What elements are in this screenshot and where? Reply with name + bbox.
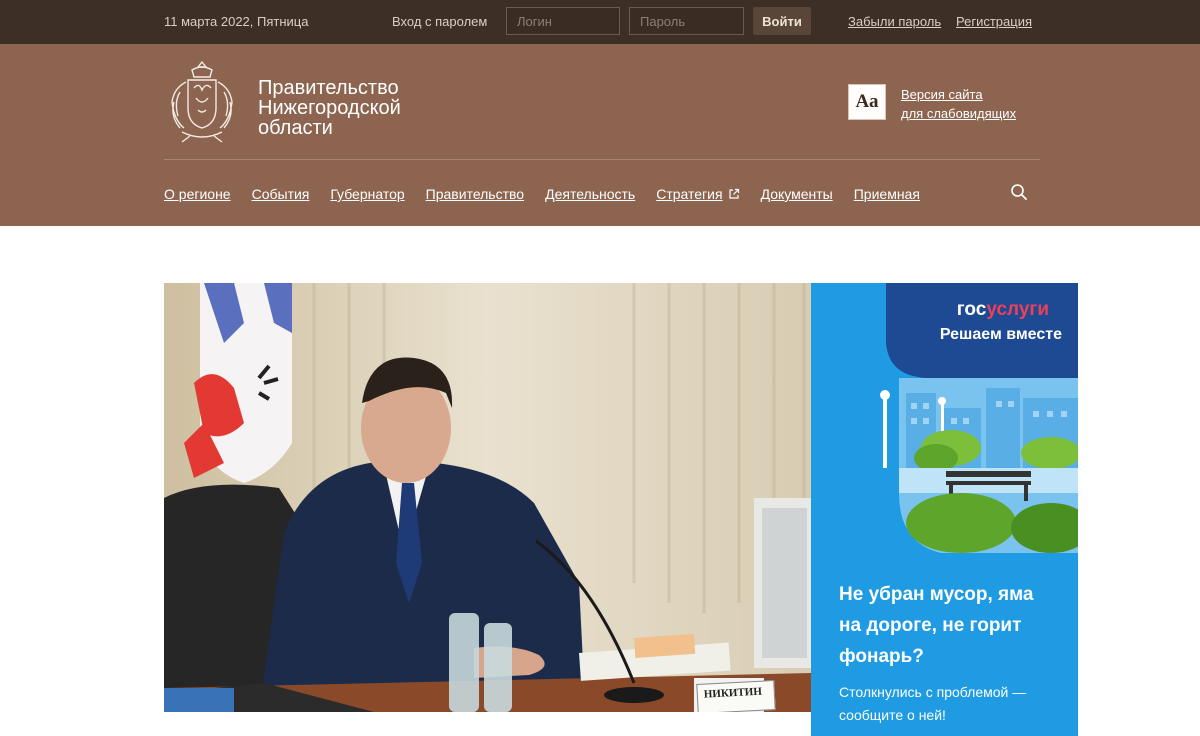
nav-item-documents[interactable]: Документы <box>761 184 833 204</box>
banner-headline-line: фонарь? <box>839 646 924 667</box>
forgot-password-link[interactable]: Забыли пароль <box>848 14 941 29</box>
coat-of-arms-logo[interactable] <box>164 58 240 144</box>
nav-item-events[interactable]: События <box>252 184 310 204</box>
external-link-icon <box>728 188 739 199</box>
banner-headline-line: Не убран мусор, яма <box>839 584 1034 605</box>
main-news-photo[interactable]: НИКИТИН <box>164 283 811 712</box>
banner-headline-line: на дороге, не горит <box>839 615 1022 636</box>
title-line: Правительство <box>258 77 399 99</box>
banner-text-line: сообщите о ней! <box>839 707 946 723</box>
title-line: Нижегородской <box>258 97 401 119</box>
login-label: Вход с паролем <box>392 14 488 29</box>
nav-item-region[interactable]: О регионе <box>164 184 231 204</box>
gosuslugi-logo: госуслуги <box>811 299 1049 321</box>
site-header: Правительство Нижегородской области Аа В… <box>0 44 1200 226</box>
nav-item-reception[interactable]: Приемная <box>854 184 920 204</box>
low-vision-link-line: Версия сайта <box>901 87 983 102</box>
nameplate: НИКИТИН <box>696 679 776 712</box>
top-login-bar: 11 марта 2022, Пятница Вход с паролем Во… <box>0 0 1200 44</box>
current-date: 11 марта 2022, Пятница <box>164 14 309 29</box>
low-vision-icon[interactable]: Аа <box>848 84 886 120</box>
governor-meeting-photo <box>164 283 811 712</box>
gosuslugi-subtitle: Решаем вместе <box>939 326 1062 343</box>
gosuslugi-logo-part1: гос <box>956 299 987 320</box>
register-link[interactable]: Регистрация <box>956 14 1032 29</box>
login-button[interactable]: Войти <box>753 7 811 35</box>
nav-item-governor[interactable]: Губернатор <box>330 184 404 204</box>
nav-item-strategy-label: Стратегия <box>656 186 723 202</box>
banner-headline: Не убран мусор, яма на дороге, не горит … <box>839 579 1069 672</box>
low-vision-version-link[interactable]: Версия сайта для слабовидящих <box>901 85 1016 123</box>
password-input[interactable] <box>629 7 744 35</box>
gosuslugi-logo-part2: услуги <box>986 299 1049 320</box>
header-divider <box>164 159 1040 160</box>
low-vision-icon-glyph: Аа <box>855 91 879 112</box>
main-navigation: О регионе События Губернатор Правительст… <box>164 184 941 204</box>
banner-text: Столкнулись с проблемой — сообщите о ней… <box>839 681 1069 727</box>
login-input[interactable] <box>506 7 620 35</box>
nav-item-government[interactable]: Правительство <box>426 184 524 204</box>
title-line: области <box>258 117 333 139</box>
gosuslugi-banner[interactable]: госуслуги Решаем вместе Не убран мусор, … <box>811 283 1078 736</box>
search-icon[interactable] <box>1010 183 1028 201</box>
government-title[interactable]: Правительство Нижегородской области <box>258 78 458 138</box>
nav-item-strategy[interactable]: Стратегия <box>656 184 739 204</box>
low-vision-link-line: для слабовидящих <box>901 106 1017 121</box>
banner-text-line: Столкнулись с проблемой — <box>839 684 1027 700</box>
nav-item-activity[interactable]: Деятельность <box>545 184 635 204</box>
